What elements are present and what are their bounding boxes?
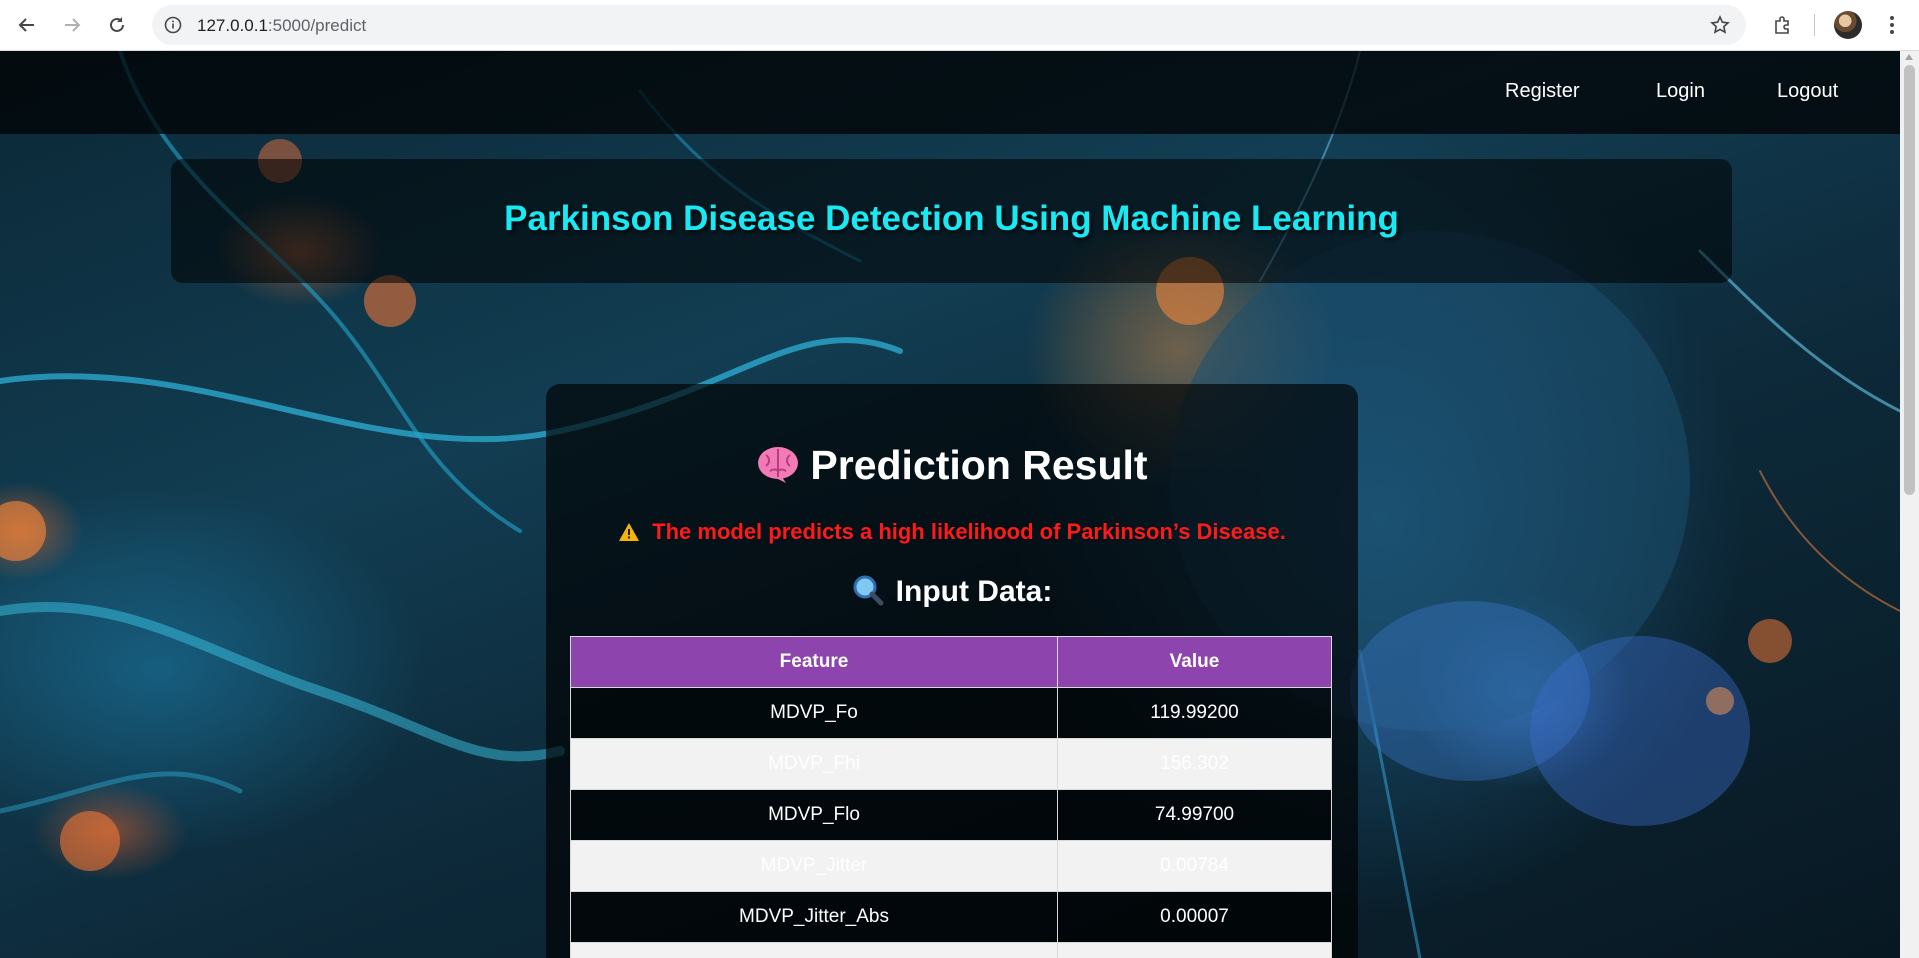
forward-arrow-icon xyxy=(65,18,81,32)
input-data-heading: Input Data: xyxy=(546,574,1358,609)
site-navbar: Register Login Logout xyxy=(0,51,1900,134)
site-info-icon[interactable] xyxy=(161,13,185,37)
browser-toolbar: 127.0.0.1:5000/predict xyxy=(0,0,1919,51)
nav-register-link[interactable]: Register xyxy=(1505,80,1579,103)
nav-logout-link[interactable]: Logout xyxy=(1777,80,1838,103)
magnifier-icon xyxy=(853,575,884,606)
value-cell: 0.00784 xyxy=(1057,840,1332,892)
value-cell: 0.00007 xyxy=(1057,891,1332,943)
brain-icon xyxy=(758,447,799,483)
back-arrow-icon xyxy=(18,18,34,32)
address-bar[interactable]: 127.0.0.1:5000/predict xyxy=(152,5,1746,45)
reload-button[interactable] xyxy=(101,9,133,41)
table-row: MDVP_RAP 0.00370 xyxy=(570,942,1332,958)
browser-menu-button[interactable] xyxy=(1880,9,1904,41)
table-row: MDVP_Fo 119.99200 xyxy=(570,687,1332,739)
warning-icon xyxy=(619,523,640,541)
result-heading: Prediction Result xyxy=(546,442,1358,489)
back-button[interactable] xyxy=(11,9,43,41)
prediction-result-card: Prediction Result The model predicts a h… xyxy=(546,384,1358,958)
input-data-table: Feature Value MDVP_Fo 119.99200 MDVP_Fhi… xyxy=(570,636,1332,958)
feature-cell: MDVP_Flo xyxy=(570,789,1058,841)
page-viewport: Register Login Logout Parkinson Disease … xyxy=(0,51,1900,958)
prediction-message: The model predicts a high likelihood of … xyxy=(546,519,1358,545)
scrollbar-thumb[interactable] xyxy=(1904,65,1915,495)
feature-cell: MDVP_Jitter_Abs xyxy=(570,891,1058,943)
table-header-row: Feature Value xyxy=(570,636,1332,688)
reload-icon xyxy=(110,17,124,32)
table-row: MDVP_Jitter_Abs 0.00007 xyxy=(570,891,1332,943)
url-text: 127.0.0.1:5000/predict xyxy=(197,16,367,35)
puzzle-icon xyxy=(1775,16,1789,34)
feature-cell: MDVP_Fo xyxy=(570,687,1058,739)
value-cell: 0.00370 xyxy=(1057,942,1332,958)
extensions-button[interactable] xyxy=(1766,9,1798,41)
forward-button[interactable] xyxy=(56,9,88,41)
nav-login-link[interactable]: Login xyxy=(1656,80,1705,103)
header-banner: Parkinson Disease Detection Using Machin… xyxy=(171,159,1732,283)
feature-cell: MDVP_RAP xyxy=(570,942,1058,958)
feature-cell: MDVP_Fhi xyxy=(570,738,1058,790)
table-row: MDVP_Jitter 0.00784 xyxy=(570,840,1332,892)
scroll-up-arrow-icon[interactable] xyxy=(1905,54,1913,60)
table-row: MDVP_Fhi 156.302 xyxy=(570,738,1332,790)
result-title-text: Prediction Result xyxy=(810,442,1148,488)
toolbar-divider xyxy=(1814,14,1815,36)
column-header-value: Value xyxy=(1057,636,1332,688)
page-title: Parkinson Disease Detection Using Machin… xyxy=(504,199,1399,238)
column-header-feature: Feature xyxy=(570,636,1058,688)
prediction-text: The model predicts a high likelihood of … xyxy=(652,519,1286,544)
value-cell: 119.99200 xyxy=(1057,687,1332,739)
input-heading-text: Input Data: xyxy=(895,575,1053,608)
bookmark-star-icon[interactable] xyxy=(1708,13,1732,37)
page-scrollbar[interactable] xyxy=(1900,51,1919,958)
kebab-menu-icon xyxy=(1890,16,1894,34)
value-cell: 156.302 xyxy=(1057,738,1332,790)
profile-avatar[interactable] xyxy=(1834,11,1862,39)
value-cell: 74.99700 xyxy=(1057,789,1332,841)
feature-cell: MDVP_Jitter xyxy=(570,840,1058,892)
table-row: MDVP_Flo 74.99700 xyxy=(570,789,1332,841)
